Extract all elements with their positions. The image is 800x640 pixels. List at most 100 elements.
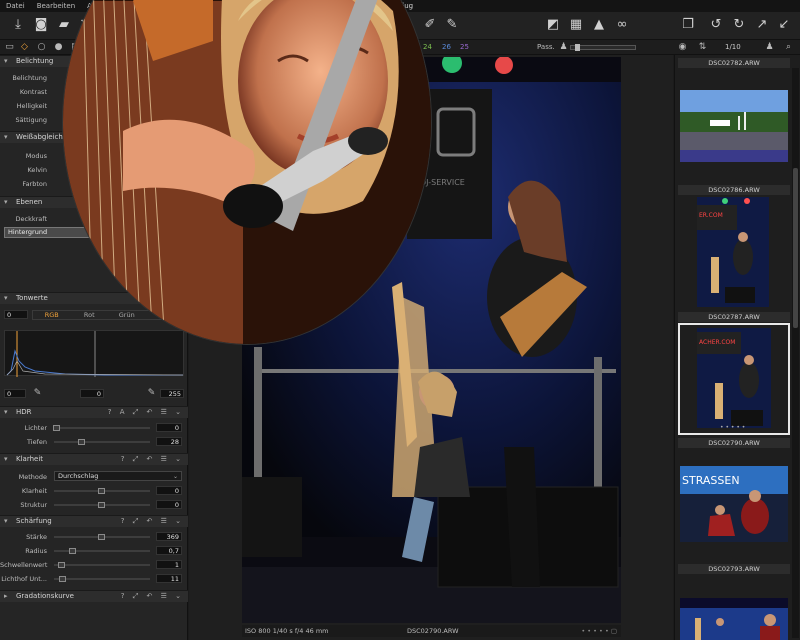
staerke-slider-knob[interactable]	[98, 534, 105, 540]
thumb-caption[interactable]: DSC02790.ARW	[678, 438, 790, 448]
crop-icon[interactable]: ◩	[545, 17, 561, 33]
collapse-icon[interactable]: ▾	[4, 198, 8, 206]
purple-count[interactable]: 25	[460, 43, 469, 51]
thumbnail-image: ACHER.COM	[697, 328, 771, 428]
collapse-icon[interactable]: ▾	[4, 517, 8, 525]
eyedropper-dark-icon[interactable]: ✎	[32, 388, 43, 399]
section-tools-icon[interactable]: ? ⤢ ↶ ☰ ⌄	[121, 517, 184, 526]
output-high-field[interactable]: 255	[160, 389, 184, 398]
thumb-caption[interactable]: DSC02793.ARW	[678, 564, 790, 574]
browser-scrollbar[interactable]	[792, 68, 799, 638]
expand-icon[interactable]: ↗	[754, 17, 770, 33]
section-schaerfung[interactable]: ▾ Schärfung ? ⤢ ↶ ☰ ⌄	[0, 515, 188, 527]
redo-icon[interactable]: ↻	[731, 17, 747, 33]
chevron-down-icon: ⌄	[172, 473, 178, 480]
scrollbar-thumb[interactable]	[793, 168, 798, 328]
collapse-icon[interactable]: ▾	[4, 294, 8, 302]
lichter-slider-knob[interactable]	[53, 425, 60, 431]
section-gradationskurve[interactable]: ▸ Gradationskurve ? ⤢ ↶ ☰ ⌄	[0, 590, 188, 602]
section-tools-icon[interactable]: ? A ⤢ ↶ ☰ ⌄	[108, 408, 184, 417]
thumbnail-image[interactable]: ER.COM	[697, 197, 769, 307]
sort-icon[interactable]: ⇅	[697, 42, 708, 53]
collapse-icon[interactable]: ▾	[4, 455, 8, 463]
svg-text:ACHER.COM: ACHER.COM	[699, 339, 735, 346]
input-low-field[interactable]: 0	[4, 310, 28, 319]
thumb-caption[interactable]: DSC02782.ARW	[678, 58, 790, 68]
section-hdr[interactable]: ▾ HDR ? A ⤢ ↶ ☰ ⌄	[0, 406, 188, 418]
camera-icon[interactable]: ◙	[33, 17, 49, 33]
tiefen-value[interactable]: 28	[156, 437, 182, 446]
lichter-value[interactable]: 0	[156, 423, 182, 432]
schwellenwert-slider-knob[interactable]	[58, 562, 65, 568]
label-lichter: Lichter	[24, 424, 47, 432]
undo-icon[interactable]: ↺	[708, 17, 724, 33]
folder-open-icon[interactable]: ▰	[56, 17, 72, 33]
struktur-slider-knob[interactable]	[98, 502, 105, 508]
tab-adjust-icon[interactable]: ◇	[19, 42, 30, 53]
warning-icon[interactable]: ▲	[591, 17, 607, 33]
pass-slider-knob[interactable]	[575, 44, 580, 51]
expand-icon[interactable]: ▸	[4, 592, 8, 600]
menu-bearbeiten[interactable]: Bearbeiten	[31, 0, 81, 12]
green-count[interactable]: 24	[423, 43, 432, 51]
struktur-value[interactable]: 0	[156, 500, 182, 509]
klarheit-value[interactable]: 0	[156, 486, 182, 495]
tab-color-icon[interactable]: ●	[53, 42, 64, 53]
thumbnail-selected[interactable]: ACHER.COM • • • • •	[678, 323, 790, 435]
search-icon[interactable]: ⌕	[783, 42, 794, 53]
collapse-icon[interactable]: ▾	[4, 133, 8, 141]
rating-dots-icon[interactable]: • • • • • ▢	[581, 627, 617, 635]
tab-gruen[interactable]: Grün	[108, 311, 146, 319]
section-tools-icon[interactable]: ? ⤢ ↶ ☰ ⌄	[121, 592, 184, 601]
label-tiefen: Tiefen	[27, 438, 47, 446]
blue-count[interactable]: 26	[442, 43, 451, 51]
levels-histogram[interactable]	[4, 330, 184, 377]
schwellenwert-value[interactable]: 1	[156, 560, 182, 569]
thumbnail-image[interactable]	[680, 598, 788, 640]
thumb-caption[interactable]: DSC02787.ARW	[678, 312, 790, 322]
tab-rot[interactable]: Rot	[71, 311, 109, 319]
lichthof-slider-knob[interactable]	[59, 576, 66, 582]
tiefen-slider-knob[interactable]	[78, 439, 85, 445]
brush-icon[interactable]: ✐	[422, 17, 438, 33]
person-icon[interactable]: ♟	[558, 42, 569, 53]
glasses-icon[interactable]: ∞	[612, 17, 632, 33]
grid-icon[interactable]: ▦	[568, 17, 584, 33]
output-low-field[interactable]: 0	[4, 389, 26, 398]
pass-label: Pass.	[537, 43, 555, 51]
klarheit-slider-knob[interactable]	[98, 488, 105, 494]
methode-select-value: Durchschlag	[58, 472, 99, 480]
rating-dots-icon[interactable]: • • • • •	[720, 424, 745, 431]
lichthof-slider[interactable]	[54, 578, 150, 580]
staerke-value[interactable]: 369	[156, 532, 182, 541]
collapse-icon[interactable]: ▾	[4, 408, 8, 416]
methode-select[interactable]: Durchschlag ⌄	[54, 471, 182, 481]
tab-lens-icon[interactable]: ○	[36, 42, 47, 53]
thumbnail-image[interactable]: STRASSEN	[680, 466, 788, 542]
section-klarheit[interactable]: ▾ Klarheit ? ⤢ ↶ ☰ ⌄	[0, 453, 188, 465]
thumbnail-image[interactable]	[680, 90, 788, 162]
collapse-icon[interactable]: ↙	[776, 17, 792, 33]
tiefen-slider[interactable]	[54, 441, 150, 443]
import-icon[interactable]: ⤓	[10, 17, 26, 33]
eyedropper-light-icon[interactable]: ✎	[146, 388, 157, 399]
thumb-caption[interactable]: DSC02786.ARW	[678, 185, 790, 195]
user-icon[interactable]: ♟	[764, 42, 775, 53]
eraser-icon[interactable]: ✎	[444, 17, 460, 33]
lichthof-value[interactable]: 11	[156, 574, 182, 583]
label-methode: Methode	[18, 473, 47, 481]
collapse-icon[interactable]: ▾	[4, 57, 8, 65]
eye-icon[interactable]: ◉	[677, 42, 688, 53]
stack-icon[interactable]: ❐	[680, 17, 696, 33]
menu-datei[interactable]: Datei	[0, 0, 31, 12]
pass-slider[interactable]	[570, 44, 636, 51]
tab-rgb[interactable]: RGB	[33, 311, 71, 319]
radius-slider-knob[interactable]	[69, 548, 76, 554]
output-mid-field[interactable]: 0	[80, 389, 104, 398]
schwellenwert-slider[interactable]	[54, 564, 150, 566]
tab-library-icon[interactable]: ▭	[4, 42, 15, 53]
section-title: HDR	[16, 408, 32, 416]
section-tools-icon[interactable]: ? ⤢ ↶ ☰ ⌄	[121, 455, 184, 464]
radius-value[interactable]: 0,7	[156, 546, 182, 555]
lichter-slider[interactable]	[54, 427, 150, 429]
